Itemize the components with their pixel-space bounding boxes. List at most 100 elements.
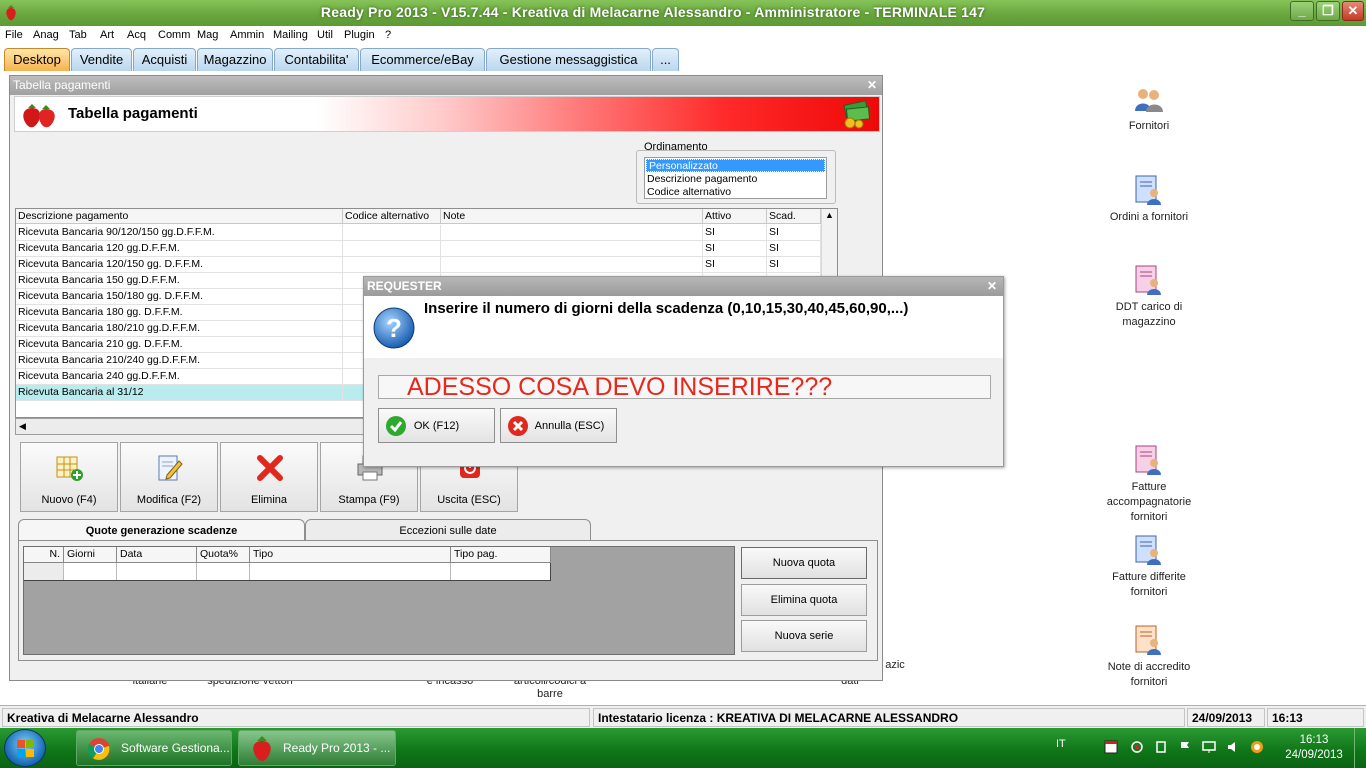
menu-acq[interactable]: Acq (127, 29, 146, 41)
close-button[interactable]: ✕ (1342, 1, 1364, 21)
show-desktop-button[interactable] (1354, 728, 1366, 768)
quote-col-data[interactable]: Data (117, 547, 197, 563)
ordinamento-option[interactable]: Descrizione pagamento (645, 173, 826, 186)
column-header-codice-alternativo[interactable]: Codice alternativo (343, 209, 441, 224)
tray-network-icon[interactable] (1130, 740, 1144, 757)
quote-col-quota[interactable]: Quota% (197, 547, 250, 563)
tab-quote-generazione-scadenze[interactable]: Quote generazione scadenze (18, 519, 305, 541)
table-cell-desc: Ricevuta Bancaria 120/150 gg. D.F.F.M. (16, 257, 343, 273)
menu-anag[interactable]: Anag (33, 29, 59, 41)
tray-calendar-icon[interactable] (1104, 740, 1118, 757)
scroll-left-icon[interactable]: ◀ (19, 421, 26, 432)
maximize-button[interactable]: ❐ (1316, 1, 1340, 21)
grid-horizontal-scrollbar[interactable]: ◀ (15, 418, 375, 435)
tab-eccezioni-date[interactable]: Eccezioni sulle date (305, 519, 591, 541)
menu-mag[interactable]: Mag (197, 29, 218, 41)
ordinamento-listbox[interactable]: Personalizzato Descrizione pagamento Cod… (644, 157, 827, 199)
elimina-button[interactable]: Elimina (220, 442, 318, 512)
quote-cell[interactable] (117, 563, 197, 580)
table-cell-desc: Ricevuta Bancaria 210/240 gg.D.F.F.M. (16, 353, 343, 369)
tray-flag-icon[interactable] (1178, 740, 1192, 757)
elimina-quota-button[interactable]: Elimina quota (741, 584, 867, 616)
taskbar-item-label: Ready Pro 2013 - ... (283, 741, 391, 755)
taskbar-item-chrome[interactable]: Software Gestiona... (76, 730, 232, 766)
delete-x-icon (257, 455, 283, 481)
taskbar-clock[interactable]: 16:13 24/09/2013 (1282, 733, 1346, 763)
tab-acquisti[interactable]: Acquisti (133, 48, 196, 71)
tray-device-icon[interactable] (1154, 740, 1168, 757)
strawberry-icon (249, 735, 275, 768)
tabella-close-button[interactable]: ✕ (867, 76, 877, 95)
tab-gestione-messaggistica[interactable]: Gestione messaggistica (486, 48, 651, 71)
menu-util[interactable]: Util (317, 29, 333, 41)
desktop-icon-fatture-differite[interactable]: Fatture differite fornitori (1094, 534, 1204, 600)
money-icon (841, 99, 873, 132)
language-indicator[interactable]: IT (1056, 738, 1066, 750)
desktop-icon-ddt-carico[interactable]: DDT carico di magazzino (1094, 264, 1204, 330)
ok-button[interactable]: OK (F12) (378, 408, 495, 443)
quote-cell[interactable] (451, 563, 551, 580)
desktop-icon-note-accredito[interactable]: Note di accredito fornitori (1094, 624, 1204, 690)
quote-col-n[interactable]: N. (24, 547, 64, 563)
windows-taskbar: Software Gestiona... Ready Pro 2013 - ..… (0, 728, 1366, 768)
quote-cell[interactable] (64, 563, 117, 580)
quote-cell[interactable] (24, 563, 64, 580)
tab-magazzino[interactable]: Magazzino (197, 48, 273, 71)
quote-col-tipo-pag[interactable]: Tipo pag. (451, 547, 551, 563)
desktop-icon-fatture-accompagnatorie[interactable]: Fatture accompagnatorie fornitori (1094, 444, 1204, 525)
nuova-quota-button[interactable]: Nuova quota (741, 547, 867, 579)
ordinamento-option[interactable]: Personalizzato (646, 159, 825, 172)
requester-close-button[interactable]: ✕ (987, 277, 997, 296)
menu-art[interactable]: Art (100, 29, 114, 41)
menu-file[interactable]: File (5, 29, 23, 41)
desktop-icon-ordini-fornitori[interactable]: Ordini a fornitori (1094, 174, 1204, 225)
tray-update-icon[interactable] (1250, 740, 1264, 757)
modifica-button[interactable]: Modifica (F2) (120, 442, 218, 512)
desktop-icon-label: DDT carico di magazzino (1115, 301, 1183, 328)
table-row[interactable]: Ricevuta Bancaria 90/120/150 gg.D.F.F.M.… (16, 225, 821, 241)
quote-cell[interactable] (197, 563, 250, 580)
tab-desktop[interactable]: Desktop (4, 48, 70, 71)
tab-ecommerce[interactable]: Ecommerce/eBay (360, 48, 485, 71)
annulla-button[interactable]: Annulla (ESC) (500, 408, 617, 443)
tab-more[interactable]: ... (652, 48, 679, 71)
nuovo-button[interactable]: Nuovo (F4) (20, 442, 118, 512)
scroll-up-icon[interactable]: ▲ (825, 210, 834, 220)
nuovo-label: Nuovo (F4) (41, 494, 97, 506)
tab-vendite[interactable]: Vendite (71, 48, 132, 71)
start-button[interactable] (4, 729, 46, 767)
quote-grid-area: N. Giorni Data Quota% Tipo Tipo pag. (23, 546, 735, 655)
menu-tab[interactable]: Tab (69, 29, 87, 41)
minimize-button[interactable]: _ (1290, 1, 1314, 21)
desktop-icon-fornitori[interactable]: Fornitori (1094, 85, 1204, 134)
menu-bar: File Anag Tab Art Acq Comm Mag Ammin Mai… (0, 26, 1366, 46)
table-cell-note (441, 225, 703, 241)
table-row[interactable]: Ricevuta Bancaria 120 gg.D.F.F.M. SI SI (16, 241, 821, 257)
menu-help[interactable]: ? (385, 29, 391, 41)
tray-monitor-icon[interactable] (1202, 740, 1216, 757)
ordinamento-option[interactable]: Codice alternativo (645, 186, 826, 199)
window-title: Ready Pro 2013 - V15.7.44 - Kreativa di … (320, 4, 986, 20)
table-row[interactable]: Ricevuta Bancaria 120/150 gg. D.F.F.M. SI… (16, 257, 821, 273)
giorni-scadenza-input[interactable]: ADESSO COSA DEVO INSERIRE??? (378, 375, 991, 399)
column-header-attivo[interactable]: Attivo (703, 209, 767, 224)
menu-comm[interactable]: Comm (158, 29, 190, 41)
table-cell-attivo: SI (703, 225, 767, 241)
menu-plugin[interactable]: Plugin (344, 29, 375, 41)
column-header-descrizione[interactable]: Descrizione pagamento (16, 209, 343, 224)
quote-col-giorni[interactable]: Giorni (64, 547, 117, 563)
taskbar-item-readypro[interactable]: Ready Pro 2013 - ... (238, 730, 396, 766)
tray-volume-icon[interactable] (1226, 740, 1240, 757)
status-license: Intestatario licenza : KREATIVA DI MELAC… (593, 708, 1185, 727)
quote-col-tipo[interactable]: Tipo (250, 547, 451, 563)
table-cell-desc: Ricevuta Bancaria 120 gg.D.F.F.M. (16, 241, 343, 257)
column-header-scad[interactable]: Scad. (767, 209, 821, 224)
status-time: 16:13 (1267, 708, 1364, 727)
menu-mailing[interactable]: Mailing (273, 29, 308, 41)
column-header-note[interactable]: Note (441, 209, 703, 224)
tab-contabilita[interactable]: Contabilita' (274, 48, 359, 71)
nuova-serie-button[interactable]: Nuova serie (741, 620, 867, 652)
quote-cell[interactable] (250, 563, 451, 580)
new-grid-icon (56, 456, 83, 481)
menu-ammin[interactable]: Ammin (230, 29, 264, 41)
